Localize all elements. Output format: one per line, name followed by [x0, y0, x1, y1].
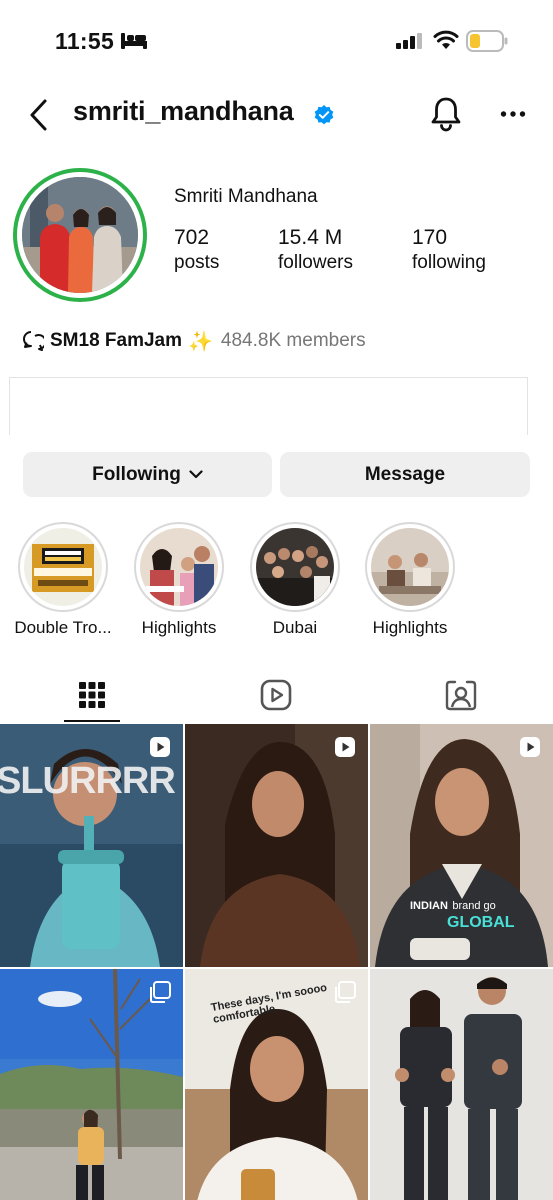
reels-play-icon: [260, 679, 292, 711]
status-bar: 11:55: [0, 0, 553, 84]
more-options-icon[interactable]: [500, 110, 526, 118]
following-button-label: Following: [92, 463, 181, 485]
channel-name: SM18 FamJam: [50, 330, 183, 351]
post-thumbnail[interactable]: INDIAN brand go GLOBAL: [370, 724, 553, 967]
highlight-cover: [371, 528, 449, 606]
highlight-cover: [140, 528, 218, 606]
post-overlay-text: INDIAN brand go GLOBAL: [410, 896, 515, 932]
profile-full-name: Smriti Mandhana: [174, 186, 318, 207]
message-button[interactable]: Message: [280, 452, 530, 497]
post-thumbnail[interactable]: [0, 969, 183, 1200]
reel-icon: [520, 737, 540, 757]
reel-icon: [335, 737, 355, 757]
profile-avatar[interactable]: [22, 177, 138, 293]
wifi-icon: [433, 30, 459, 49]
broadcast-channel-icon: [23, 331, 44, 351]
highlight-cover: [24, 528, 102, 606]
post-caption-text: brand go: [452, 900, 496, 912]
post-caption-text: SLURRRR: [0, 760, 176, 802]
highlight-item[interactable]: Double Tro...: [8, 522, 118, 638]
carousel-icon: [150, 981, 171, 1003]
posts-count: 702: [174, 226, 210, 249]
highlight-ring: [18, 522, 108, 612]
message-button-label: Message: [364, 463, 446, 485]
battery-icon: [466, 30, 508, 52]
post-caption-text: GLOBAL: [447, 914, 515, 931]
active-tab-indicator: [64, 720, 120, 722]
post-caption-text: INDIAN: [410, 900, 448, 912]
tab-tagged[interactable]: [431, 668, 491, 722]
notification-bell-icon[interactable]: [430, 96, 462, 132]
followers-stat[interactable]: 15.4 M followers: [278, 226, 353, 274]
following-button[interactable]: Following: [23, 452, 272, 497]
posts-label: posts: [174, 252, 220, 273]
post-thumbnail[interactable]: These days, I'm soooo comfortable.: [185, 969, 368, 1200]
highlight-ring: [365, 522, 455, 612]
followers-count: 15.4 M: [278, 226, 343, 249]
carousel-icon: [335, 981, 356, 1003]
following-count: 170: [412, 226, 448, 249]
post-thumbnail[interactable]: [185, 724, 368, 967]
highlight-label: Dubai: [272, 618, 318, 637]
following-stat[interactable]: 170 following: [412, 226, 486, 274]
post-thumbnail[interactable]: [370, 969, 553, 1200]
tagged-person-icon: [445, 680, 477, 711]
highlight-item[interactable]: Highlights: [355, 522, 465, 638]
profile-header: smriti_mandhana: [0, 90, 553, 140]
sleep-focus-icon: [121, 33, 147, 49]
broadcast-channel-link[interactable]: SM18 FamJam ✨ 484.8K members: [22, 329, 366, 353]
profile-tabs: [0, 668, 553, 724]
verified-badge-icon: [314, 105, 334, 125]
chevron-down-icon: [189, 470, 203, 479]
post-thumbnail[interactable]: SLURRRR: [0, 724, 183, 967]
highlight-ring: [134, 522, 224, 612]
highlight-label: Highlights: [372, 618, 448, 637]
posts-stat[interactable]: 702 posts: [174, 226, 219, 274]
cellular-signal-icon: [396, 33, 422, 49]
highlight-item[interactable]: Dubai: [240, 522, 350, 638]
highlight-label: Double Tro...: [14, 618, 112, 637]
highlight-cover: [256, 528, 334, 606]
tab-grid[interactable]: [62, 668, 122, 722]
profile-username: smriti_mandhana: [73, 96, 294, 126]
following-label: following: [412, 252, 486, 273]
sparkles-icon: ✨: [188, 330, 213, 353]
reel-icon: [150, 737, 170, 757]
grid-icon: [79, 682, 105, 708]
followers-label: followers: [278, 252, 353, 273]
bio-link-card: [9, 377, 528, 435]
status-time: 11:55: [55, 28, 115, 54]
back-chevron-icon[interactable]: [28, 98, 50, 132]
highlight-label: Highlights: [141, 618, 217, 637]
highlight-ring: [250, 522, 340, 612]
channel-members: 484.8K members: [220, 330, 366, 351]
tab-reels[interactable]: [246, 668, 306, 722]
highlight-item[interactable]: Highlights: [124, 522, 234, 638]
